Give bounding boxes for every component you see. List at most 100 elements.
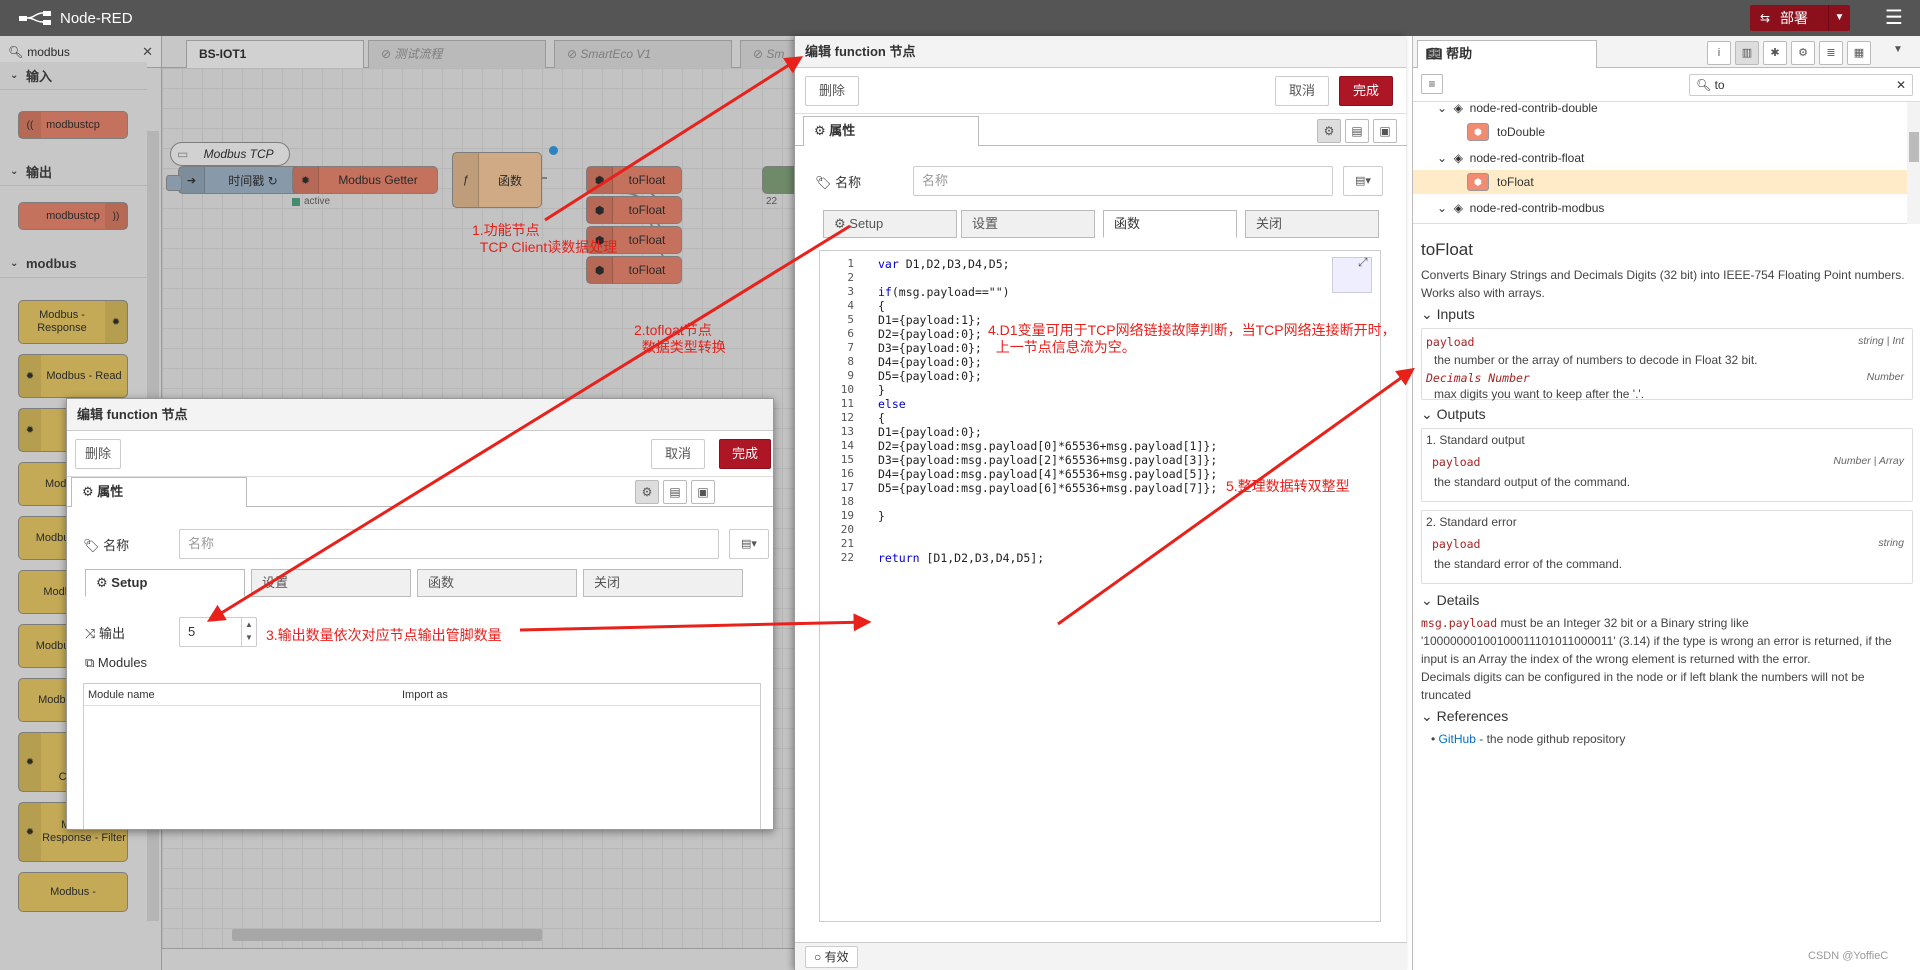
settings-icon[interactable]: ⚙ — [1317, 119, 1341, 143]
output-prop-name: payload — [1432, 537, 1481, 551]
subtab-close[interactable]: 关闭 — [1245, 210, 1379, 238]
deploy-dropdown-icon[interactable]: ▼ — [1828, 5, 1850, 31]
appearance-icon[interactable]: ▣ — [1373, 119, 1397, 143]
code-line[interactable]: D4={payload:msg.payload[4]*65536+msg.pay… — [878, 467, 1217, 481]
clear-search-icon[interactable]: ✕ — [1896, 75, 1906, 95]
github-link[interactable]: GitHub — [1439, 732, 1476, 746]
sidebar-tab-help[interactable]: 📖︎ 帮助 — [1417, 40, 1597, 68]
name-label: 🏷︎ 名称 — [815, 175, 862, 190]
delete-button[interactable]: 删除 — [805, 76, 859, 106]
line-number: 3 — [847, 285, 854, 298]
annotation-2: 2.tofloat节点 数据类型转换 — [634, 322, 726, 355]
overlay-delete-button[interactable]: 删除 — [75, 439, 121, 469]
cancel-button[interactable]: 取消 — [1275, 76, 1329, 106]
overlay-appearance-icon[interactable]: ▣ — [691, 480, 715, 504]
overlay-description-icon[interactable]: ▤ — [663, 480, 687, 504]
line-number: 17 — [840, 481, 854, 494]
references-section-title[interactable]: ⌄ References — [1421, 708, 1508, 725]
tree-module-double[interactable]: ⌄ ◈ node-red-contrib-double — [1413, 96, 1907, 120]
code-line[interactable]: D1={payload:1}; — [878, 313, 982, 327]
line-number: 7 — [847, 341, 854, 354]
tree-node-tofloat[interactable]: ⬢ toFloat — [1413, 170, 1907, 194]
gear-icon: ⚙ — [814, 123, 830, 138]
help-search-input[interactable]: 🔍︎ to ✕ — [1689, 74, 1913, 96]
cube-icon: ◈ — [1453, 101, 1470, 115]
tree-module-modbus[interactable]: ⌄ ◈ node-red-contrib-modbus — [1413, 196, 1907, 220]
code-line[interactable]: if(msg.payload=="") — [878, 285, 1010, 299]
tab-properties[interactable]: ⚙ 属性 — [803, 116, 979, 146]
icon-picker-button[interactable]: ▤▾ — [1343, 166, 1383, 196]
input-prop-desc: the number or the array of numbers to de… — [1434, 353, 1758, 367]
done-button[interactable]: 完成 — [1339, 76, 1393, 106]
editor-tray: 编辑 function 节点 删除 取消 完成 ⚙ 属性 ⚙ ▤ ▣ 🏷︎ 名称… — [794, 36, 1407, 970]
app-title: Node-RED — [60, 9, 133, 27]
code-line[interactable]: D3={payload:msg.payload[2]*65536+msg.pay… — [878, 453, 1217, 467]
code-line[interactable]: D4={payload:0}; — [878, 355, 982, 369]
help-intro: Converts Binary Strings and Decimals Dig… — [1421, 268, 1905, 300]
editor-toolbar: 删除 取消 完成 — [795, 68, 1406, 114]
toc-list-icon[interactable]: ≡ — [1421, 74, 1443, 94]
sidebar-more-icon[interactable]: ▼ — [1893, 44, 1903, 55]
chevron-down-icon: ⌄ — [1437, 151, 1454, 165]
code-line[interactable]: D1={payload:0}; — [878, 425, 982, 439]
deploy-button[interactable]: ⇆ 部署 ▼ — [1750, 5, 1850, 31]
overlay-subtab-settings[interactable]: 设置 — [251, 569, 411, 597]
overlay-subtab-setup[interactable]: ⚙ Setup — [85, 569, 245, 597]
expand-icon[interactable]: ⤢ — [1358, 255, 1374, 271]
overlay-icon-picker-button[interactable]: ▤▾ — [729, 529, 769, 559]
code-line[interactable]: D2={payload:0}; — [878, 327, 982, 341]
modules-table: Module name Import as — [83, 683, 761, 829]
info-icon[interactable]: i — [1707, 41, 1731, 65]
code-line[interactable]: else — [878, 397, 906, 411]
code-line[interactable]: } — [878, 383, 885, 397]
help-title: toFloat — [1421, 240, 1473, 259]
output-title: 1. Standard output — [1426, 433, 1525, 447]
overlay-subtab-function[interactable]: 函数 — [417, 569, 577, 597]
subtab-setup[interactable]: ⚙ Setup — [823, 210, 957, 238]
subtab-settings[interactable]: 设置 — [961, 210, 1095, 238]
main-menu-icon[interactable]: ☰ — [1876, 0, 1912, 36]
line-number: 10 — [840, 383, 854, 396]
description-icon[interactable]: ▤ — [1345, 119, 1369, 143]
context-data-icon[interactable]: ≣ — [1819, 41, 1843, 65]
scroll-thumb[interactable] — [1909, 132, 1919, 162]
code-line[interactable]: D3={payload:0}; — [878, 341, 982, 355]
debug-bug-icon[interactable]: ✱ — [1763, 41, 1787, 65]
overlay-subtab-close[interactable]: 关闭 — [583, 569, 743, 597]
deploy-icon: ⇆ — [1759, 11, 1771, 25]
dashboard-chart-icon[interactable]: ▦ — [1847, 41, 1871, 65]
line-number: 11 — [840, 397, 854, 410]
inputs-section-title[interactable]: ⌄ Inputs — [1421, 306, 1475, 323]
code-line[interactable]: var D1,D2,D3,D4,D5; — [878, 257, 1010, 271]
help-tree-scrollbar[interactable] — [1907, 102, 1920, 224]
details-text-1: msg.payload must be an Integer 32 bit or… — [1421, 616, 1892, 666]
spinner-arrows-icon[interactable]: ▲ ▼ — [241, 618, 256, 646]
enabled-toggle[interactable]: ○ 有效 — [805, 946, 858, 968]
code-line[interactable]: { — [878, 411, 885, 425]
config-gear-icon[interactable]: ⚙ — [1791, 41, 1815, 65]
name-input[interactable]: 名称 — [913, 166, 1333, 196]
input-prop-name: payload — [1426, 335, 1475, 349]
details-section-title[interactable]: ⌄ Details — [1421, 592, 1479, 609]
overlay-name-label: 🏷︎ 名称 — [83, 538, 130, 553]
overlay-done-button[interactable]: 完成 — [719, 439, 771, 469]
overlay-settings-icon[interactable]: ⚙ — [635, 480, 659, 504]
tree-node-todouble[interactable]: ⬢ toDouble — [1413, 120, 1907, 144]
tree-module-float[interactable]: ⌄ ◈ node-red-contrib-float — [1413, 146, 1907, 170]
subtab-function[interactable]: 函数 — [1103, 210, 1237, 238]
col-module-name: Module name — [88, 689, 155, 701]
code-line[interactable]: D2={payload:msg.payload[0]*65536+msg.pay… — [878, 439, 1217, 453]
code-line[interactable]: { — [878, 299, 885, 313]
help-book-icon[interactable]: ▥ — [1735, 41, 1759, 65]
output-prop-desc: the standard error of the command. — [1434, 557, 1623, 571]
line-number: 21 — [840, 537, 854, 550]
line-number: 12 — [840, 411, 854, 424]
overlay-name-input[interactable]: 名称 — [179, 529, 719, 559]
code-line[interactable]: } — [878, 509, 885, 523]
outputs-section-title[interactable]: ⌄ Outputs — [1421, 406, 1486, 423]
code-line[interactable]: D5={payload:msg.payload[6]*65536+msg.pay… — [878, 481, 1217, 495]
code-line[interactable]: D5={payload:0}; — [878, 369, 982, 383]
overlay-cancel-button[interactable]: 取消 — [651, 439, 705, 469]
overlay-tab-properties[interactable]: ⚙ 属性 — [71, 477, 247, 507]
code-line[interactable]: return [D1,D2,D3,D4,D5]; — [878, 551, 1044, 565]
